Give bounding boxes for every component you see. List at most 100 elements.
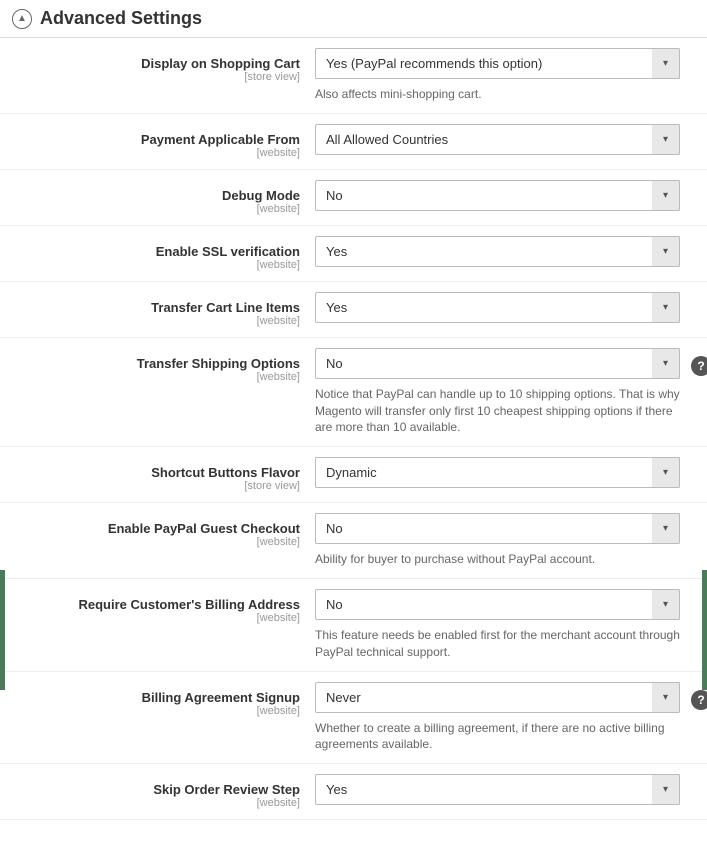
label-cell-transfer_shipping_options: Transfer Shipping Options[website] [15, 348, 315, 383]
settings-row: Display on Shopping Cart[store view]Yes … [0, 38, 707, 114]
settings-row: Enable SSL verification[website]YesNo▾ [0, 226, 707, 282]
settings-row: Skip Order Review Step[website]YesNo▾ [0, 764, 707, 820]
select-wrapper-enable_ssl_verification: YesNo▾ [315, 236, 680, 267]
left-accent [0, 570, 5, 690]
field-label-display_on_shopping_cart: Display on Shopping Cart [15, 56, 300, 71]
field-row-shortcut_buttons_flavor: DynamicStatic▾ [315, 457, 692, 488]
select-wrapper-transfer_cart_line_items: YesNo▾ [315, 292, 680, 323]
label-cell-skip_order_review_step: Skip Order Review Step[website] [15, 774, 315, 809]
select-payment_applicable_from[interactable]: All Allowed CountriesSpecific Countries [315, 124, 680, 155]
settings-row: Transfer Shipping Options[website]YesNo▾… [0, 338, 707, 447]
help-icon-billing_agreement_signup[interactable]: ? [691, 690, 707, 710]
help-text-transfer_shipping_options: Notice that PayPal can handle up to 10 s… [315, 386, 685, 436]
field-row-debug_mode: YesNo▾ [315, 180, 692, 211]
field-cell-enable_paypal_guest_checkout: YesNo▾ Ability for buyer to purchase with… [315, 513, 692, 568]
field-label-debug_mode: Debug Mode [15, 188, 300, 203]
help-text-display_on_shopping_cart: Also affects mini-shopping cart. [315, 86, 685, 103]
field-scope-transfer_cart_line_items: [website] [15, 315, 300, 327]
label-cell-enable_ssl_verification: Enable SSL verification[website] [15, 236, 315, 271]
select-wrapper-enable_paypal_guest_checkout: YesNo▾ [315, 513, 680, 544]
field-row-transfer_cart_line_items: YesNo▾ [315, 292, 692, 323]
select-wrapper-skip_order_review_step: YesNo▾ [315, 774, 680, 805]
label-cell-require_billing_address: Require Customer's Billing Address[websi… [15, 589, 315, 624]
field-cell-debug_mode: YesNo▾ [315, 180, 692, 211]
select-wrapper-transfer_shipping_options: YesNo▾ [315, 348, 680, 379]
help-icon-transfer_shipping_options[interactable]: ? [691, 356, 707, 376]
section-header: ▲ Advanced Settings [0, 0, 707, 38]
select-wrapper-display_on_shopping_cart: Yes (PayPal recommends this option)No▾ [315, 48, 680, 79]
label-cell-enable_paypal_guest_checkout: Enable PayPal Guest Checkout[website] [15, 513, 315, 548]
field-cell-transfer_shipping_options: YesNo▾? Notice that PayPal can handle up … [315, 348, 707, 436]
settings-container: Display on Shopping Cart[store view]Yes … [0, 38, 707, 820]
help-text-require_billing_address: This feature needs be enabled first for … [315, 627, 685, 661]
field-label-transfer_shipping_options: Transfer Shipping Options [15, 356, 300, 371]
field-scope-transfer_shipping_options: [website] [15, 371, 300, 383]
select-billing_agreement_signup[interactable]: AutoAsk CustomerNever [315, 682, 680, 713]
field-row-display_on_shopping_cart: Yes (PayPal recommends this option)No▾ [315, 48, 692, 79]
settings-row: Shortcut Buttons Flavor[store view]Dynam… [0, 447, 707, 503]
select-transfer_cart_line_items[interactable]: YesNo [315, 292, 680, 323]
field-cell-shortcut_buttons_flavor: DynamicStatic▾ [315, 457, 692, 488]
field-cell-enable_ssl_verification: YesNo▾ [315, 236, 692, 267]
select-enable_ssl_verification[interactable]: YesNo [315, 236, 680, 267]
select-wrapper-require_billing_address: NoYesFor Virtual Quotes Only▾ [315, 589, 680, 620]
field-cell-require_billing_address: NoYesFor Virtual Quotes Only▾ This featur… [315, 589, 692, 661]
select-enable_paypal_guest_checkout[interactable]: YesNo [315, 513, 680, 544]
field-cell-billing_agreement_signup: AutoAsk CustomerNever▾? Whether to create… [315, 682, 707, 754]
field-row-payment_applicable_from: All Allowed CountriesSpecific Countries▾ [315, 124, 692, 155]
help-text-enable_paypal_guest_checkout: Ability for buyer to purchase without Pa… [315, 551, 685, 568]
select-wrapper-payment_applicable_from: All Allowed CountriesSpecific Countries▾ [315, 124, 680, 155]
field-scope-enable_paypal_guest_checkout: [website] [15, 536, 300, 548]
field-scope-debug_mode: [website] [15, 203, 300, 215]
select-skip_order_review_step[interactable]: YesNo [315, 774, 680, 805]
field-row-enable_paypal_guest_checkout: YesNo▾ [315, 513, 692, 544]
field-label-enable_ssl_verification: Enable SSL verification [15, 244, 300, 259]
select-display_on_shopping_cart[interactable]: Yes (PayPal recommends this option)No [315, 48, 680, 79]
field-scope-billing_agreement_signup: [website] [15, 705, 300, 717]
field-label-enable_paypal_guest_checkout: Enable PayPal Guest Checkout [15, 521, 300, 536]
field-scope-payment_applicable_from: [website] [15, 147, 300, 159]
page-wrapper: ▲ Advanced Settings Display on Shopping … [0, 0, 707, 860]
field-cell-transfer_cart_line_items: YesNo▾ [315, 292, 692, 323]
select-transfer_shipping_options[interactable]: YesNo [315, 348, 680, 379]
field-label-skip_order_review_step: Skip Order Review Step [15, 782, 300, 797]
field-scope-skip_order_review_step: [website] [15, 797, 300, 809]
select-require_billing_address[interactable]: NoYesFor Virtual Quotes Only [315, 589, 680, 620]
field-scope-shortcut_buttons_flavor: [store view] [15, 480, 300, 492]
select-shortcut_buttons_flavor[interactable]: DynamicStatic [315, 457, 680, 488]
field-label-transfer_cart_line_items: Transfer Cart Line Items [15, 300, 300, 315]
field-label-shortcut_buttons_flavor: Shortcut Buttons Flavor [15, 465, 300, 480]
field-label-payment_applicable_from: Payment Applicable From [15, 132, 300, 147]
select-debug_mode[interactable]: YesNo [315, 180, 680, 211]
label-cell-payment_applicable_from: Payment Applicable From[website] [15, 124, 315, 159]
select-wrapper-shortcut_buttons_flavor: DynamicStatic▾ [315, 457, 680, 488]
settings-row: Enable PayPal Guest Checkout[website]Yes… [0, 503, 707, 579]
field-row-skip_order_review_step: YesNo▾ [315, 774, 692, 805]
collapse-icon[interactable]: ▲ [12, 9, 32, 29]
field-row-enable_ssl_verification: YesNo▾ [315, 236, 692, 267]
field-row-require_billing_address: NoYesFor Virtual Quotes Only▾ [315, 589, 692, 620]
field-cell-payment_applicable_from: All Allowed CountriesSpecific Countries▾ [315, 124, 692, 155]
settings-row: Payment Applicable From[website]All Allo… [0, 114, 707, 170]
right-accent [702, 570, 707, 690]
settings-row: Debug Mode[website]YesNo▾ [0, 170, 707, 226]
label-cell-shortcut_buttons_flavor: Shortcut Buttons Flavor[store view] [15, 457, 315, 492]
select-wrapper-billing_agreement_signup: AutoAsk CustomerNever▾ [315, 682, 680, 713]
settings-row: Require Customer's Billing Address[websi… [0, 579, 707, 672]
field-scope-require_billing_address: [website] [15, 612, 300, 624]
field-label-require_billing_address: Require Customer's Billing Address [15, 597, 300, 612]
field-scope-display_on_shopping_cart: [store view] [15, 71, 300, 83]
label-cell-debug_mode: Debug Mode[website] [15, 180, 315, 215]
help-text-billing_agreement_signup: Whether to create a billing agreement, i… [315, 720, 685, 754]
settings-row: Billing Agreement Signup[website]AutoAsk… [0, 672, 707, 765]
settings-row: Transfer Cart Line Items[website] YesNo▾ [0, 282, 707, 338]
field-row-transfer_shipping_options: YesNo▾? [315, 348, 707, 379]
field-cell-skip_order_review_step: YesNo▾ [315, 774, 692, 805]
field-label-billing_agreement_signup: Billing Agreement Signup [15, 690, 300, 705]
field-scope-enable_ssl_verification: [website] [15, 259, 300, 271]
label-cell-display_on_shopping_cart: Display on Shopping Cart[store view] [15, 48, 315, 83]
select-wrapper-debug_mode: YesNo▾ [315, 180, 680, 211]
section-title: Advanced Settings [40, 8, 202, 29]
label-cell-billing_agreement_signup: Billing Agreement Signup[website] [15, 682, 315, 717]
field-cell-display_on_shopping_cart: Yes (PayPal recommends this option)No▾ Al… [315, 48, 692, 103]
